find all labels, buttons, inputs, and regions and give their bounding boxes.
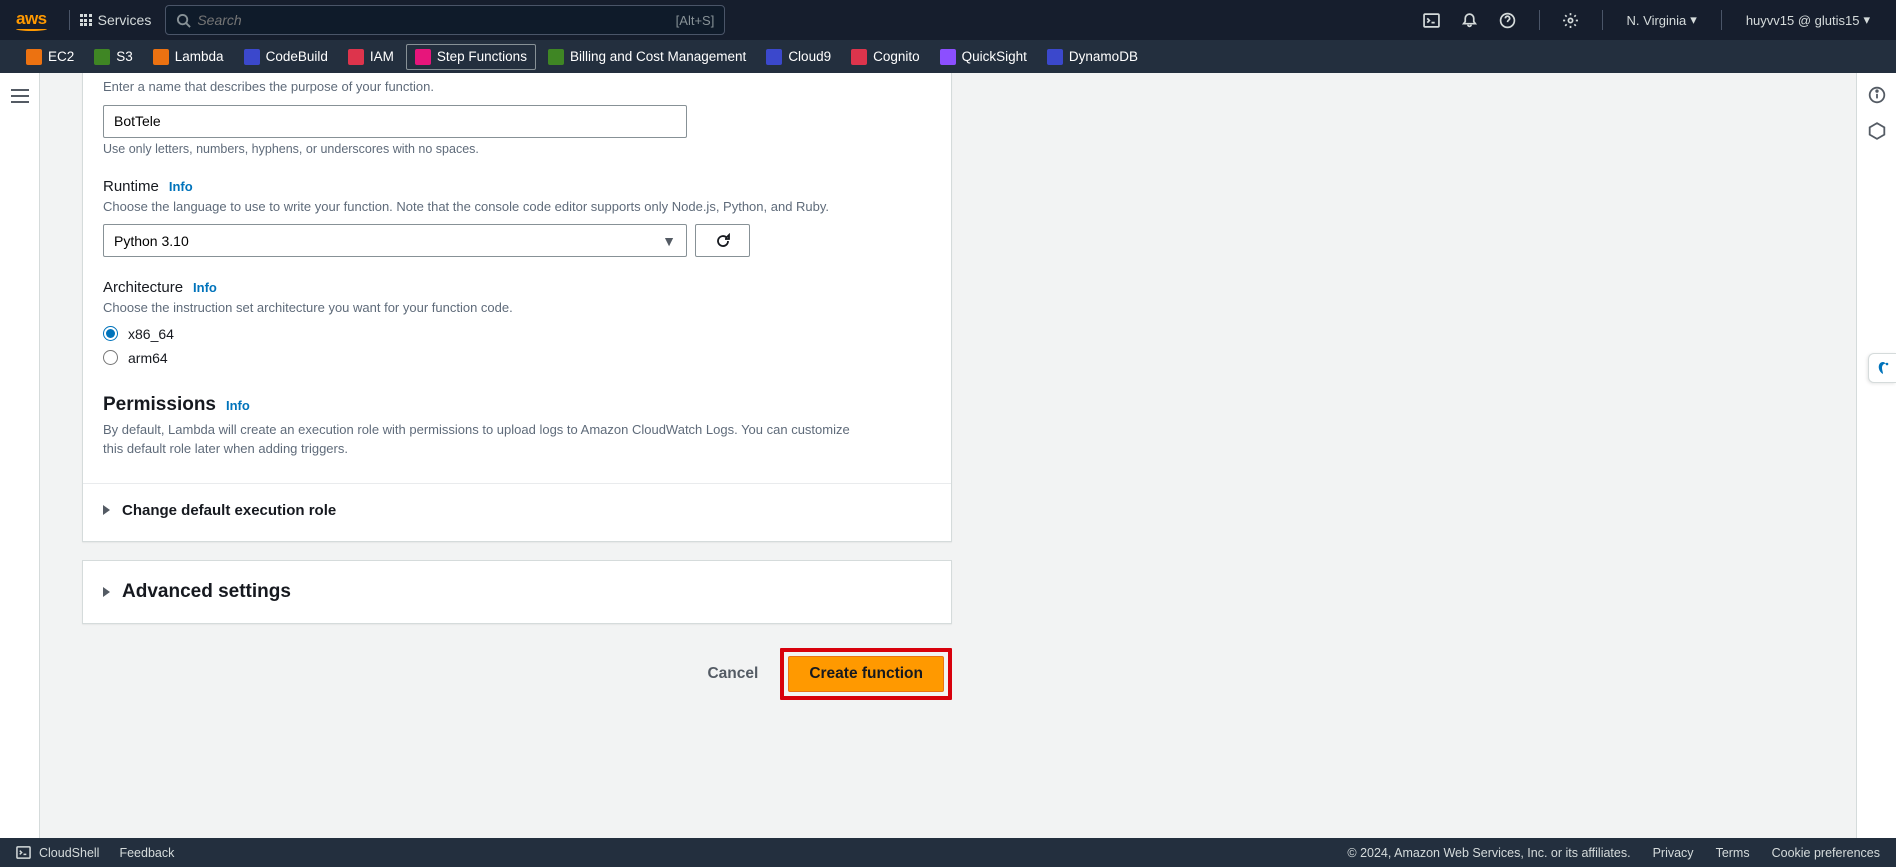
advanced-settings-label: Advanced settings	[122, 581, 291, 603]
advanced-settings-expand[interactable]: Advanced settings	[103, 581, 931, 603]
amazon-q-tab[interactable]	[1868, 353, 1896, 383]
divider	[69, 10, 70, 30]
favorites-bar: EC2 S3 Lambda CodeBuild IAM Step Functio…	[0, 40, 1896, 73]
dynamodb-icon	[1047, 49, 1063, 65]
svc-iam[interactable]: IAM	[340, 45, 402, 69]
global-search[interactable]: [Alt+S]	[165, 5, 725, 35]
basic-info-card: Enter a name that describes the purpose …	[82, 73, 952, 542]
refresh-icon	[715, 233, 731, 249]
help-icon[interactable]	[1491, 3, 1525, 37]
cloudshell-label: CloudShell	[39, 846, 99, 860]
highlight-annotation: Create function	[780, 648, 952, 700]
top-nav: aws Services [Alt+S] N. Virginia ▾ huyvv…	[0, 0, 1896, 40]
right-rail	[1856, 73, 1896, 838]
aws-logo[interactable]: aws	[16, 9, 47, 31]
grid-icon	[80, 14, 92, 26]
arch-x86-radio[interactable]: x86_64	[103, 326, 931, 342]
main-content: Enter a name that describes the purpose …	[40, 73, 1856, 838]
search-input[interactable]	[197, 12, 675, 28]
feedback-label: Feedback	[119, 846, 174, 860]
runtime-info-link[interactable]: Info	[169, 179, 193, 194]
arch-arm-radio[interactable]: arm64	[103, 350, 931, 366]
settings-icon[interactable]	[1554, 3, 1588, 37]
footer: CloudShell Feedback © 2024, Amazon Web S…	[0, 838, 1896, 867]
change-execution-role-label: Change default execution role	[122, 502, 336, 519]
account-label: huyvv15 @ glutis15	[1746, 13, 1860, 28]
svc-lambda[interactable]: Lambda	[145, 45, 232, 69]
permissions-desc: By default, Lambda will create an execut…	[103, 420, 863, 459]
chevron-down-icon: ▼	[662, 233, 676, 249]
ec2-icon	[26, 49, 42, 65]
cloudshell-footer-button[interactable]: CloudShell	[16, 845, 99, 860]
svc-quicksight[interactable]: QuickSight	[932, 45, 1035, 69]
permissions-info-link[interactable]: Info	[226, 398, 250, 413]
architecture-label: Architecture	[103, 279, 183, 296]
cloudshell-icon[interactable]	[1415, 3, 1449, 37]
arch-x86-input[interactable]	[103, 326, 118, 341]
advanced-settings-card: Advanced settings	[82, 560, 952, 624]
svc-stepfunctions[interactable]: Step Functions	[406, 44, 536, 70]
svc-cognito[interactable]: Cognito	[843, 45, 928, 69]
lambda-icon	[153, 49, 169, 65]
services-menu[interactable]: Services	[80, 12, 152, 28]
function-name-input[interactable]	[103, 105, 687, 138]
services-label: Services	[98, 12, 152, 28]
cloud9-icon	[766, 49, 782, 65]
svc-s3[interactable]: S3	[86, 45, 141, 69]
cancel-button[interactable]: Cancel	[703, 655, 762, 693]
permissions-label: Permissions	[103, 394, 216, 416]
region-label: N. Virginia	[1627, 13, 1687, 28]
chevron-down-icon: ▾	[1863, 12, 1870, 28]
nav-right: N. Virginia ▾ huyvv15 @ glutis15 ▾	[1415, 3, 1880, 37]
function-name-constraint: Use only letters, numbers, hyphens, or u…	[103, 142, 931, 156]
quicksight-icon	[940, 49, 956, 65]
svc-cloud9[interactable]: Cloud9	[758, 45, 839, 69]
arch-arm-input[interactable]	[103, 350, 118, 365]
runtime-label: Runtime	[103, 178, 159, 195]
divider	[1602, 10, 1603, 30]
cognito-icon	[851, 49, 867, 65]
notifications-icon[interactable]	[1453, 3, 1487, 37]
function-name-desc: Enter a name that describes the purpose …	[103, 77, 931, 97]
cookie-prefs-link[interactable]: Cookie preferences	[1772, 846, 1880, 860]
s3-icon	[94, 49, 110, 65]
search-icon	[176, 13, 191, 28]
svc-codebuild[interactable]: CodeBuild	[236, 45, 336, 69]
iam-icon	[348, 49, 364, 65]
architecture-desc: Choose the instruction set architecture …	[103, 298, 931, 318]
svc-ec2[interactable]: EC2	[18, 45, 82, 69]
chevron-down-icon: ▾	[1690, 12, 1697, 28]
open-sidebar-icon[interactable]	[11, 89, 29, 103]
codebuild-icon	[244, 49, 260, 65]
terms-link[interactable]: Terms	[1716, 846, 1750, 860]
form-actions: Cancel Create function	[82, 648, 952, 700]
change-execution-role-expand[interactable]: Change default execution role	[103, 484, 931, 521]
left-rail	[0, 73, 40, 838]
info-panel-icon[interactable]	[1867, 85, 1887, 105]
architecture-info-link[interactable]: Info	[193, 280, 217, 295]
divider	[1721, 10, 1722, 30]
cloudshell-icon	[16, 845, 31, 860]
create-function-button[interactable]: Create function	[788, 656, 944, 692]
arch-arm-label: arm64	[128, 350, 168, 366]
feedback-link[interactable]: Feedback	[119, 846, 174, 860]
caret-right-icon	[103, 587, 110, 597]
refresh-runtimes-button[interactable]	[695, 224, 750, 257]
svc-billing[interactable]: Billing and Cost Management	[540, 45, 754, 69]
side-widget-icon[interactable]	[1867, 121, 1887, 141]
region-selector[interactable]: N. Virginia ▾	[1617, 12, 1707, 28]
stepfunctions-icon	[415, 49, 431, 65]
arch-x86-label: x86_64	[128, 326, 174, 342]
caret-right-icon	[103, 505, 110, 515]
runtime-desc: Choose the language to use to write your…	[103, 197, 931, 217]
billing-icon	[548, 49, 564, 65]
runtime-selected-value: Python 3.10	[114, 233, 189, 249]
privacy-link[interactable]: Privacy	[1653, 846, 1694, 860]
runtime-select[interactable]: Python 3.10 ▼	[103, 224, 687, 257]
account-menu[interactable]: huyvv15 @ glutis15 ▾	[1736, 12, 1880, 28]
copyright: © 2024, Amazon Web Services, Inc. or its…	[1347, 846, 1630, 860]
search-shortcut-hint: [Alt+S]	[676, 13, 715, 28]
svc-dynamodb[interactable]: DynamoDB	[1039, 45, 1146, 69]
divider	[1539, 10, 1540, 30]
